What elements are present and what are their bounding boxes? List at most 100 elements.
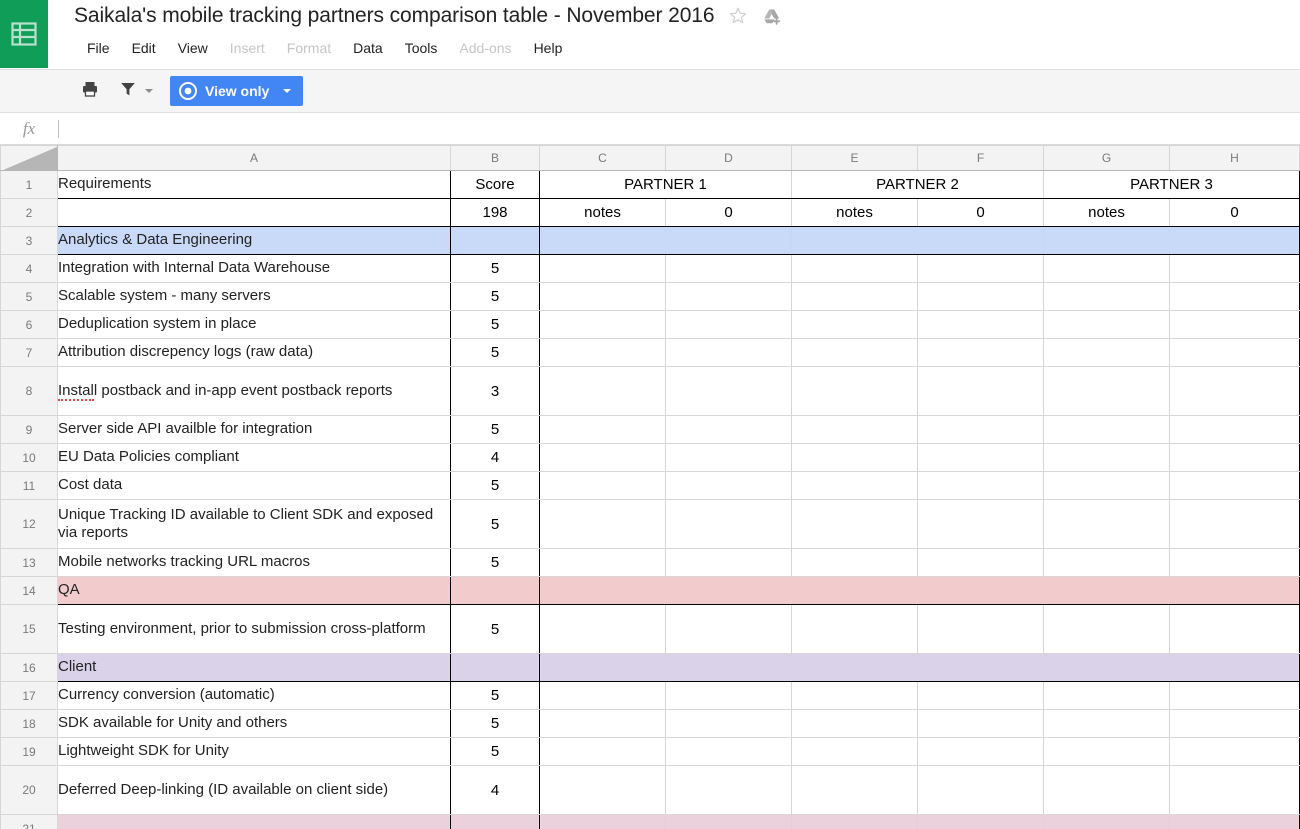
cell-c1-partner-1[interactable]: PARTNER 1 — [539, 170, 792, 199]
drive-move-to-icon[interactable] — [762, 6, 782, 26]
column-header-g[interactable]: G — [1043, 145, 1170, 171]
star-outline-icon[interactable] — [728, 6, 748, 26]
column-header-h[interactable]: H — [1169, 145, 1300, 171]
row-number-14[interactable]: 14 — [0, 576, 58, 605]
cell-c14[interactable] — [539, 576, 666, 605]
cell-g13[interactable] — [1043, 548, 1170, 577]
cell-f16[interactable] — [917, 653, 1044, 682]
menu-edit[interactable]: Edit — [121, 38, 167, 58]
cell-c4[interactable] — [539, 254, 666, 283]
row-number-12[interactable]: 12 — [0, 499, 58, 549]
cell-d5[interactable] — [665, 282, 792, 311]
cell-g14[interactable] — [1043, 576, 1170, 605]
cell-f14[interactable] — [917, 576, 1044, 605]
cell-a13[interactable]: Mobile networks tracking URL macros — [57, 548, 451, 577]
cell-a17[interactable]: Currency conversion (automatic) — [57, 681, 451, 710]
row-number-17[interactable]: 17 — [0, 681, 58, 710]
cell-e19[interactable] — [791, 737, 918, 766]
cell-a6[interactable]: Deduplication system in place — [57, 310, 451, 339]
menu-data[interactable]: Data — [342, 38, 394, 58]
filter-dropdown-button[interactable] — [142, 77, 156, 105]
cell-a4[interactable]: Integration with Internal Data Warehouse — [57, 254, 451, 283]
cell-a18[interactable]: SDK available for Unity and others — [57, 709, 451, 738]
cell-e16[interactable] — [791, 653, 918, 682]
cell-f9[interactable] — [917, 415, 1044, 444]
cell-a7[interactable]: Attribution discrepency logs (raw data) — [57, 338, 451, 367]
cell-d2-p1-total[interactable]: 0 — [665, 198, 792, 227]
cell-a3-section[interactable]: Analytics & Data Engineering — [57, 226, 451, 255]
cell-d14[interactable] — [665, 576, 792, 605]
cell-d9[interactable] — [665, 415, 792, 444]
cell-f2-p2-total[interactable]: 0 — [917, 198, 1044, 227]
cell-f18[interactable] — [917, 709, 1044, 738]
cell-h20[interactable] — [1169, 765, 1300, 815]
cell-h8[interactable] — [1169, 366, 1300, 416]
cell-g7[interactable] — [1043, 338, 1170, 367]
cell-h4[interactable] — [1169, 254, 1300, 283]
cell-f10[interactable] — [917, 443, 1044, 472]
cell-a21-section[interactable] — [57, 814, 451, 829]
row-number-20[interactable]: 20 — [0, 765, 58, 815]
cell-h16[interactable] — [1169, 653, 1300, 682]
cell-f5[interactable] — [917, 282, 1044, 311]
cell-d16[interactable] — [665, 653, 792, 682]
cell-h18[interactable] — [1169, 709, 1300, 738]
cell-c19[interactable] — [539, 737, 666, 766]
cell-h11[interactable] — [1169, 471, 1300, 500]
cell-f4[interactable] — [917, 254, 1044, 283]
row-number-5[interactable]: 5 — [0, 282, 58, 311]
cell-g2-p3-notes[interactable]: notes — [1043, 198, 1170, 227]
cell-c12[interactable] — [539, 499, 666, 549]
cell-e15[interactable] — [791, 604, 918, 654]
row-number-3[interactable]: 3 — [0, 226, 58, 255]
cell-e20[interactable] — [791, 765, 918, 815]
cell-d19[interactable] — [665, 737, 792, 766]
cell-e18[interactable] — [791, 709, 918, 738]
view-only-button[interactable]: View only — [170, 76, 304, 106]
cell-h15[interactable] — [1169, 604, 1300, 654]
cell-g17[interactable] — [1043, 681, 1170, 710]
cell-f20[interactable] — [917, 765, 1044, 815]
menu-file[interactable]: File — [76, 38, 121, 58]
cell-g5[interactable] — [1043, 282, 1170, 311]
cell-e10[interactable] — [791, 443, 918, 472]
cell-b16[interactable] — [450, 653, 540, 682]
row-number-7[interactable]: 7 — [0, 338, 58, 367]
row-number-8[interactable]: 8 — [0, 366, 58, 416]
cell-d11[interactable] — [665, 471, 792, 500]
column-header-e[interactable]: E — [791, 145, 918, 171]
cell-g4[interactable] — [1043, 254, 1170, 283]
cell-h9[interactable] — [1169, 415, 1300, 444]
cell-b15[interactable]: 5 — [450, 604, 540, 654]
cell-f8[interactable] — [917, 366, 1044, 416]
cell-c16[interactable] — [539, 653, 666, 682]
column-header-d[interactable]: D — [665, 145, 792, 171]
page-title[interactable]: Saikala's mobile tracking partners compa… — [74, 4, 715, 28]
cell-b3[interactable] — [450, 226, 540, 255]
cell-f17[interactable] — [917, 681, 1044, 710]
cell-c9[interactable] — [539, 415, 666, 444]
cell-e5[interactable] — [791, 282, 918, 311]
cell-b20[interactable]: 4 — [450, 765, 540, 815]
cell-a2[interactable] — [57, 198, 451, 227]
cell-g11[interactable] — [1043, 471, 1170, 500]
cell-g15[interactable] — [1043, 604, 1170, 654]
cell-b8[interactable]: 3 — [450, 366, 540, 416]
cell-b11[interactable]: 5 — [450, 471, 540, 500]
cell-f21[interactable] — [917, 814, 1044, 829]
cell-a16-section[interactable]: Client — [57, 653, 451, 682]
cell-c21[interactable] — [539, 814, 666, 829]
cell-f19[interactable] — [917, 737, 1044, 766]
cell-h7[interactable] — [1169, 338, 1300, 367]
cell-h17[interactable] — [1169, 681, 1300, 710]
cell-e13[interactable] — [791, 548, 918, 577]
cell-b5[interactable]: 5 — [450, 282, 540, 311]
cell-a5[interactable]: Scalable system - many servers — [57, 282, 451, 311]
cell-c6[interactable] — [539, 310, 666, 339]
menu-view[interactable]: View — [167, 38, 219, 58]
cell-b9[interactable]: 5 — [450, 415, 540, 444]
cell-c10[interactable] — [539, 443, 666, 472]
cell-e14[interactable] — [791, 576, 918, 605]
cell-c5[interactable] — [539, 282, 666, 311]
cell-d7[interactable] — [665, 338, 792, 367]
